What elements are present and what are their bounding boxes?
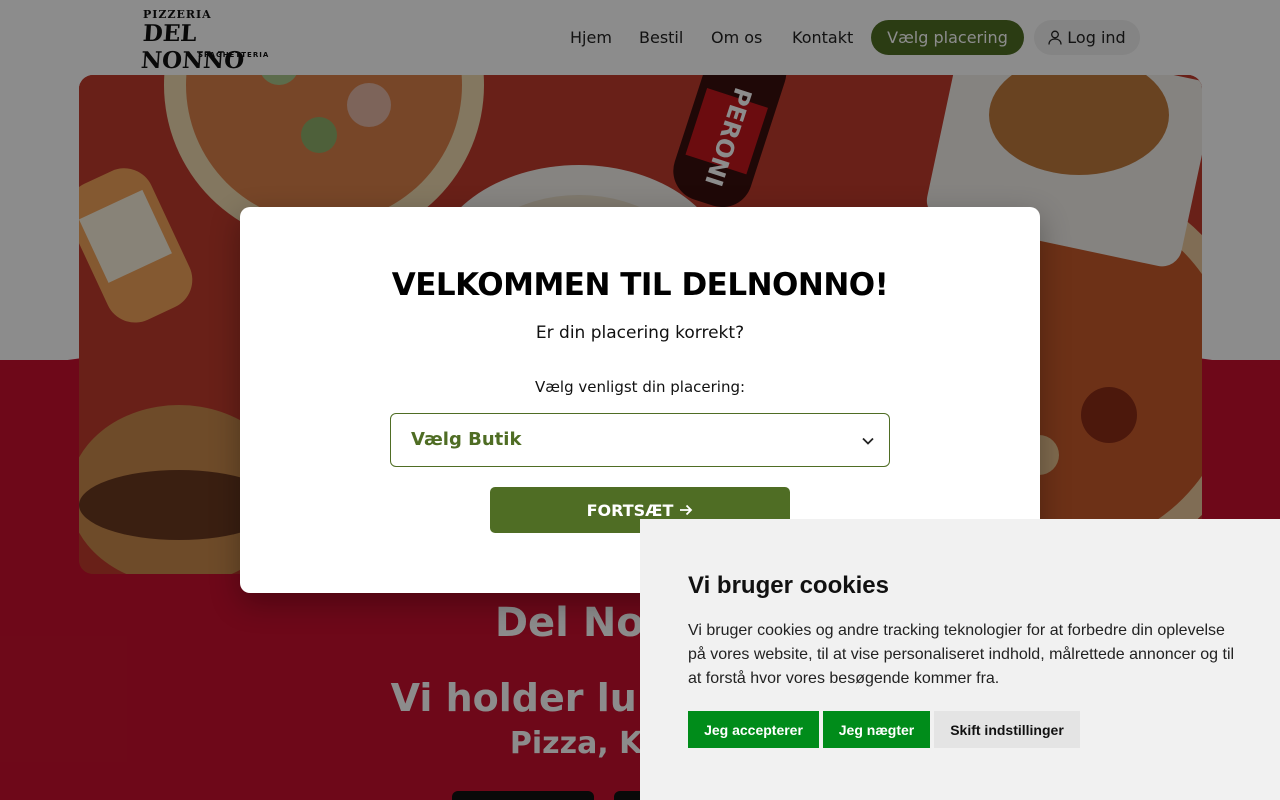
store-select-label: Vælg venligst din placering:: [534, 378, 746, 396]
store-select-value: Vælg Butik: [411, 429, 522, 450]
cookie-text: Vi bruger cookies og andre tracking tekn…: [688, 622, 1235, 687]
continue-label: FORTSÆT: [586, 500, 674, 520]
cookie-banner: Vi bruger cookies Vi bruger cookies og a…: [640, 519, 1280, 800]
chevron-down-icon: [862, 437, 874, 445]
cookie-title: Vi bruger cookies: [688, 572, 889, 599]
arrow-right-icon: [680, 504, 693, 516]
modal-question: Er din placering korrekt?: [535, 323, 745, 343]
store-select[interactable]: Vælg Butik: [390, 413, 890, 467]
accept-cookies-button[interactable]: Jeg accepterer: [688, 711, 819, 748]
cookie-settings-button[interactable]: Skift indstillinger: [934, 711, 1080, 748]
modal-title: VELKOMMEN TIL DELNONNO!: [391, 267, 889, 303]
deny-cookies-button[interactable]: Jeg nægter: [823, 711, 930, 748]
